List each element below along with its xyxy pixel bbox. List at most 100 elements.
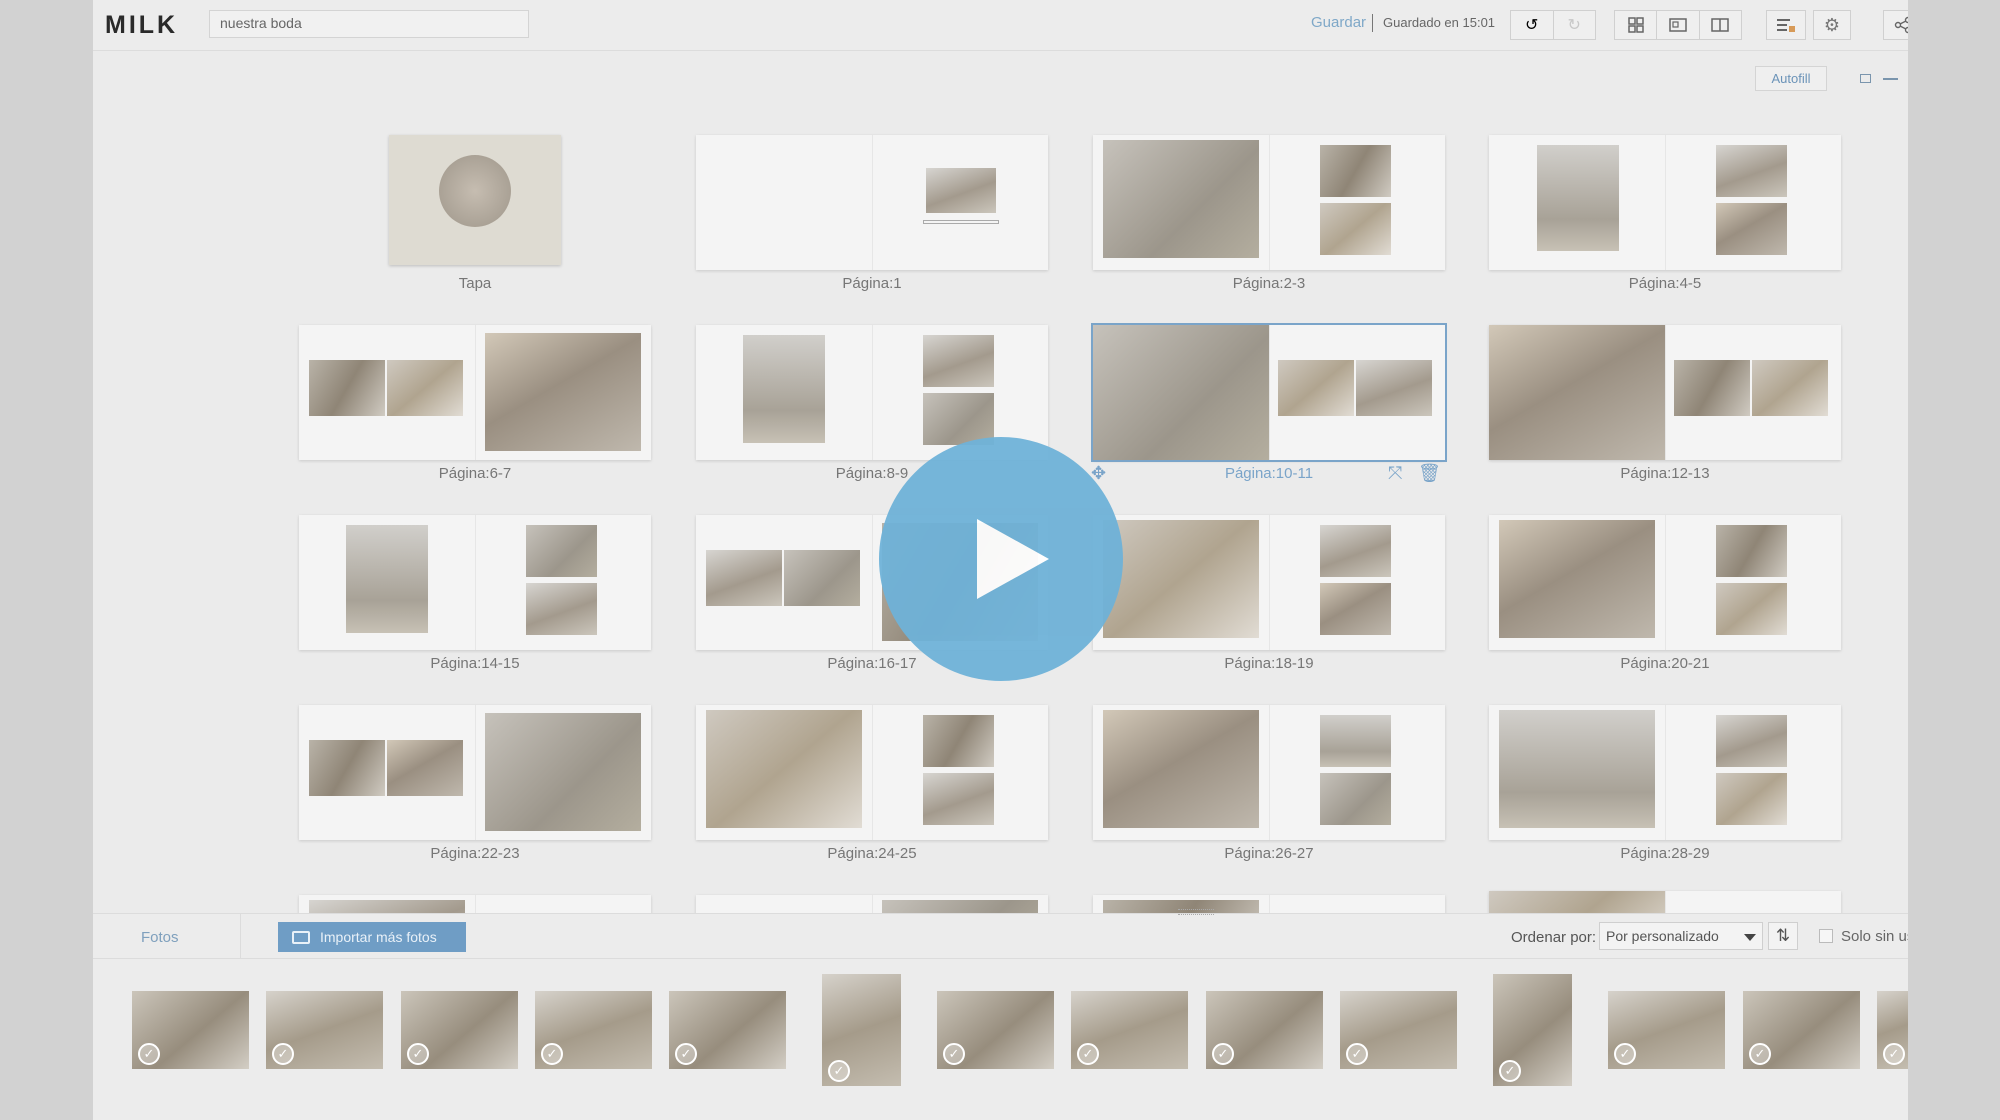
photo-list-button[interactable] bbox=[1766, 10, 1806, 40]
check-icon: ✓ bbox=[943, 1043, 965, 1065]
redo-icon: ↻ bbox=[1567, 17, 1581, 34]
resize-handle[interactable] bbox=[1178, 909, 1214, 915]
trash-icon[interactable]: 🗑 bbox=[1418, 463, 1441, 484]
page-view-icon bbox=[1711, 18, 1730, 32]
divider bbox=[240, 914, 241, 958]
chevron-down-icon bbox=[1744, 934, 1756, 941]
sort-arrows-icon: ⇅ bbox=[1775, 926, 1791, 945]
cover-photo bbox=[439, 155, 511, 227]
divider bbox=[93, 958, 1908, 959]
single-page-toggle-icon[interactable] bbox=[1860, 74, 1871, 83]
page-label: Página:14-15 bbox=[430, 655, 520, 672]
import-photos-button[interactable]: Importar más fotos bbox=[278, 922, 466, 952]
photo-thumbnail[interactable]: ✓ bbox=[1071, 991, 1188, 1069]
gear-icon: ⚙ bbox=[1823, 14, 1841, 35]
settings-button[interactable]: ⚙ bbox=[1813, 10, 1851, 40]
page-spread[interactable] bbox=[299, 325, 651, 460]
check-icon: ✓ bbox=[1749, 1043, 1771, 1065]
photo-thumbnail[interactable]: ✓ bbox=[1608, 991, 1725, 1069]
photo-thumbnail[interactable]: ✓ bbox=[1340, 991, 1457, 1069]
page-label: Página:24-25 bbox=[827, 845, 917, 862]
sort-order-button[interactable]: ⇅ bbox=[1768, 922, 1798, 950]
page-spread[interactable] bbox=[1093, 515, 1445, 650]
list-settings-icon bbox=[1777, 19, 1795, 32]
check-icon: ✓ bbox=[828, 1060, 850, 1082]
spread-view-icon bbox=[1669, 18, 1687, 32]
photo-thumbnail[interactable]: ✓ bbox=[1877, 991, 1908, 1069]
page-label: Página:28-29 bbox=[1620, 845, 1710, 862]
tab-fotos[interactable]: Fotos bbox=[141, 929, 179, 946]
page-spread[interactable] bbox=[1489, 325, 1841, 460]
grid-view-button[interactable] bbox=[1615, 11, 1658, 39]
photo-thumbnail[interactable]: ✓ bbox=[132, 991, 249, 1069]
check-icon: ✓ bbox=[675, 1043, 697, 1065]
share-button[interactable] bbox=[1883, 10, 1908, 40]
page-label: Página:2-3 bbox=[1232, 275, 1306, 292]
photo-thumbnail[interactable]: ✓ bbox=[401, 991, 518, 1069]
page-label: Página:6-7 bbox=[438, 465, 512, 482]
page-spread[interactable] bbox=[299, 895, 651, 913]
video-play-button[interactable] bbox=[879, 437, 1123, 681]
page-spread-selected[interactable] bbox=[1091, 323, 1447, 462]
page-spread[interactable] bbox=[1093, 895, 1445, 913]
top-bar: MILK nuestra boda Guardar Guardado en 15… bbox=[93, 0, 1908, 51]
divider bbox=[1372, 14, 1373, 32]
check-icon: ✓ bbox=[1346, 1043, 1368, 1065]
undo-button[interactable]: ↺ bbox=[1511, 11, 1554, 39]
only-unused-label: Solo sin us bbox=[1841, 928, 1908, 945]
image-icon bbox=[292, 930, 310, 944]
page-spread[interactable] bbox=[696, 705, 1048, 840]
page-label: Página:12-13 bbox=[1620, 465, 1710, 482]
page-spread[interactable] bbox=[696, 895, 1048, 913]
album-cover[interactable] bbox=[389, 135, 561, 265]
check-icon: ✓ bbox=[272, 1043, 294, 1065]
milk-logo[interactable]: MILK bbox=[105, 11, 178, 40]
photo-thumbnail[interactable]: ✓ bbox=[535, 991, 652, 1069]
page-spread[interactable] bbox=[299, 705, 651, 840]
history-controls: ↺ ↻ bbox=[1510, 10, 1596, 40]
check-icon: ✓ bbox=[407, 1043, 429, 1065]
page-label: Página:26-27 bbox=[1224, 845, 1314, 862]
page-spread[interactable] bbox=[1093, 705, 1445, 840]
expand-icon[interactable]: ⤧ bbox=[1388, 463, 1402, 484]
grid-view-icon bbox=[1627, 17, 1644, 33]
photo-thumbnail[interactable]: ✓ bbox=[822, 974, 901, 1086]
page-spread[interactable] bbox=[1489, 515, 1841, 650]
photo-thumbnail[interactable]: ✓ bbox=[266, 991, 383, 1069]
check-icon: ✓ bbox=[1883, 1043, 1905, 1065]
page-label: Página:18-19 bbox=[1224, 655, 1314, 672]
page-label: Página:4-5 bbox=[1628, 275, 1702, 292]
play-icon bbox=[977, 519, 1049, 599]
page-view-button[interactable] bbox=[1700, 11, 1741, 39]
sort-select[interactable]: Por personalizado bbox=[1599, 922, 1763, 950]
page-spread[interactable] bbox=[696, 135, 1048, 270]
photo-thumbnail[interactable]: ✓ bbox=[937, 991, 1054, 1069]
page-spread[interactable] bbox=[1489, 135, 1841, 270]
page-label: Página:22-23 bbox=[430, 845, 520, 862]
collapse-icon[interactable] bbox=[1883, 78, 1898, 80]
check-icon: ✓ bbox=[541, 1043, 563, 1065]
only-unused-checkbox[interactable] bbox=[1819, 929, 1833, 943]
check-icon: ✓ bbox=[1499, 1060, 1521, 1082]
save-button[interactable]: Guardar bbox=[1311, 14, 1366, 31]
autofill-button[interactable]: Autofill bbox=[1755, 66, 1827, 91]
page-spread[interactable] bbox=[1489, 705, 1841, 840]
page-spread[interactable] bbox=[1093, 135, 1445, 270]
check-icon: ✓ bbox=[1077, 1043, 1099, 1065]
check-icon: ✓ bbox=[1614, 1043, 1636, 1065]
page-label: Tapa bbox=[458, 275, 492, 292]
redo-button[interactable]: ↻ bbox=[1554, 11, 1596, 39]
page-spread[interactable] bbox=[299, 515, 651, 650]
spread-view-button[interactable] bbox=[1657, 11, 1700, 39]
album-title-input[interactable]: nuestra boda bbox=[209, 10, 529, 38]
share-icon bbox=[1894, 16, 1908, 34]
photos-panel: Fotos Importar más fotos Ordenar por: Po… bbox=[93, 909, 1908, 1120]
photo-thumbnail[interactable]: ✓ bbox=[669, 991, 786, 1069]
check-icon: ✓ bbox=[1212, 1043, 1234, 1065]
photo-thumbnail[interactable]: ✓ bbox=[1493, 974, 1572, 1086]
page-spread[interactable] bbox=[1489, 891, 1841, 913]
sort-label: Ordenar por: bbox=[1511, 929, 1597, 946]
photo-thumbnail[interactable]: ✓ bbox=[1743, 991, 1860, 1069]
undo-icon: ↺ bbox=[1525, 17, 1539, 34]
photo-thumbnail[interactable]: ✓ bbox=[1206, 991, 1323, 1069]
